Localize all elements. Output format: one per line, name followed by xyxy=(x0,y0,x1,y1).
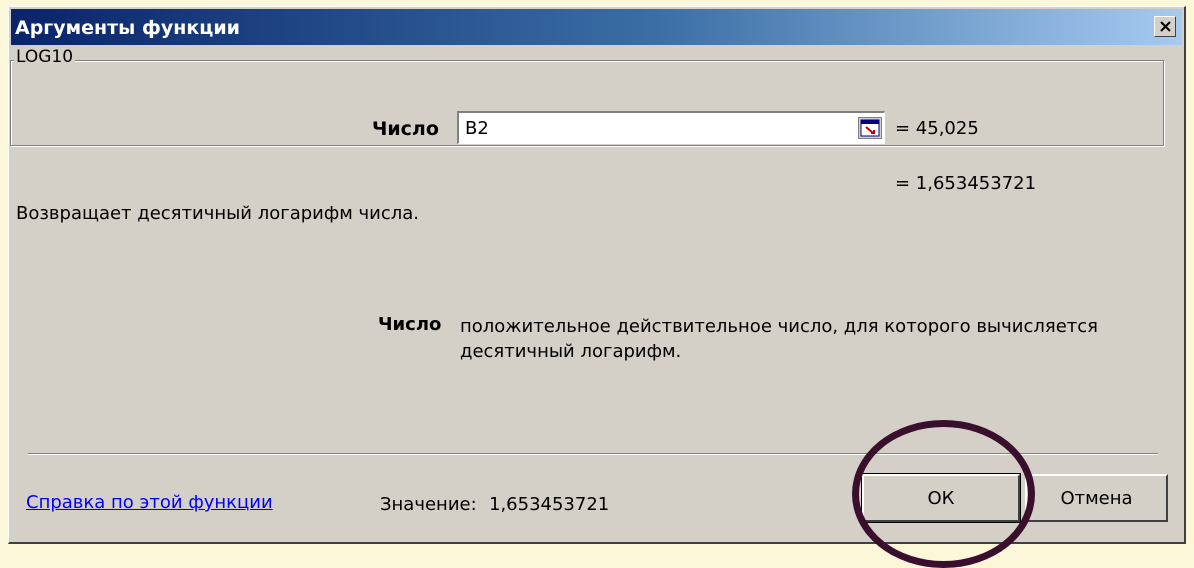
argument-value: = 45,025 xyxy=(895,118,979,139)
dialog-title: Аргументы функции xyxy=(15,17,240,39)
title-bar: Аргументы функции xyxy=(11,9,1182,45)
function-description: Возвращает десятичный логарифм числа. xyxy=(16,203,420,224)
close-button[interactable] xyxy=(1154,16,1176,37)
help-link[interactable]: Справка по этой функции xyxy=(26,492,273,513)
function-name-label: LOG10 xyxy=(14,47,76,67)
value-label: Значение: xyxy=(380,494,477,515)
argument-help-text: положительное действительное число, для … xyxy=(460,316,1098,362)
argument-input[interactable] xyxy=(457,111,885,144)
footer-divider xyxy=(28,453,1158,455)
collapse-dialog-icon xyxy=(860,119,880,137)
ok-button[interactable]: ОК xyxy=(861,473,1021,523)
formula-result: = 1,653453721 xyxy=(895,173,1037,194)
cancel-button[interactable]: Отмена xyxy=(1025,474,1168,522)
collapse-dialog-button[interactable] xyxy=(858,117,882,139)
argument-label: Число xyxy=(372,118,439,140)
close-x-icon xyxy=(1160,21,1171,32)
value-number: 1,653453721 xyxy=(489,494,610,515)
argument-help-name: Число xyxy=(378,314,442,335)
